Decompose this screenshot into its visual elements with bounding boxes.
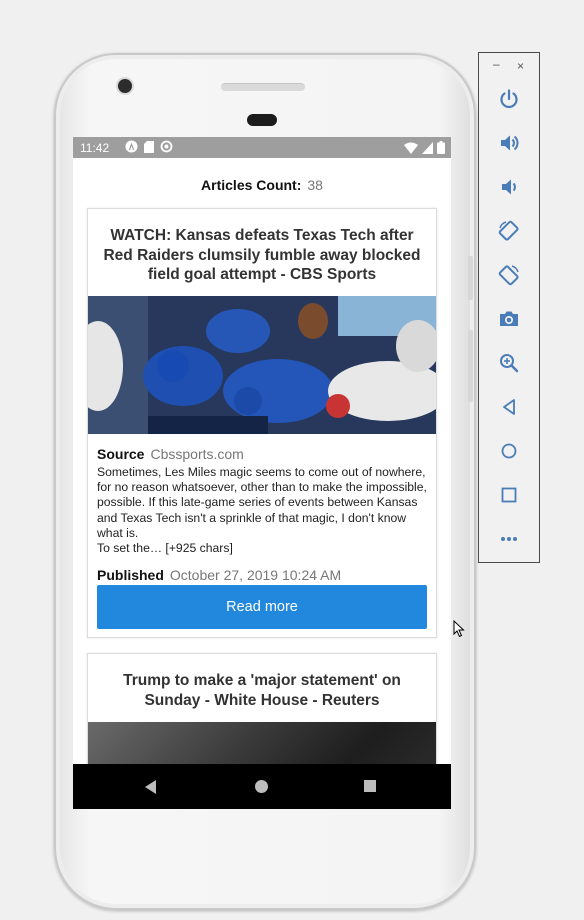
back-icon[interactable] <box>494 392 524 422</box>
overview-icon[interactable] <box>494 480 524 510</box>
article-title: Trump to make a 'major statement' on Sun… <box>123 672 401 709</box>
articles-count-label: Articles Count: <box>201 177 302 193</box>
read-more-button[interactable]: Read more <box>97 585 427 629</box>
close-icon[interactable]: × <box>517 59 524 73</box>
status-time: 11:42 <box>80 141 110 155</box>
nav-home-icon[interactable] <box>255 780 268 793</box>
articles-list[interactable]: Articles Count: 38 WATCH: Kansas defeats … <box>73 158 451 764</box>
article-card[interactable]: Trump to make a 'major statement' on Sun… <box>87 653 437 764</box>
a-icon <box>125 140 138 156</box>
zoom-icon[interactable] <box>494 348 524 378</box>
source-label: Source <box>97 446 145 462</box>
article-title: WATCH: Kansas defeats Texas Tech after R… <box>103 227 421 283</box>
data-saver-icon <box>160 140 173 156</box>
volume-hardware-button <box>468 256 473 300</box>
article-image <box>88 722 436 764</box>
articles-count: Articles Count: 38 <box>73 177 451 193</box>
mouse-cursor-icon <box>453 619 465 643</box>
article-published: Published October 27, 2019 10:24 AM <box>97 567 341 583</box>
earpiece-speaker <box>221 83 305 91</box>
signal-icon <box>422 141 433 157</box>
article-source: Source Cbssports.com <box>97 446 244 462</box>
emulator-toolbar: – × <box>478 52 540 563</box>
description-text: Sometimes, Les Miles magic seems to come… <box>97 465 427 540</box>
volume-down-icon[interactable] <box>494 172 524 202</box>
nav-back-icon[interactable] <box>145 780 156 794</box>
source-value: Cbssports.com <box>150 446 244 462</box>
battery-icon <box>437 141 445 157</box>
sd-card-icon <box>144 140 154 156</box>
front-camera <box>118 79 132 93</box>
article-card[interactable]: WATCH: Kansas defeats Texas Tech after R… <box>87 208 437 638</box>
volume-up-icon[interactable] <box>494 128 524 158</box>
article-description: Sometimes, Les Miles magic seems to come… <box>97 465 429 556</box>
proximity-sensor <box>247 114 277 126</box>
camera-icon[interactable] <box>494 304 524 334</box>
rotate-left-icon[interactable] <box>494 216 524 246</box>
minimize-icon[interactable]: – <box>493 57 500 71</box>
article-image <box>88 296 436 434</box>
navigation-bar <box>73 764 451 809</box>
description-more: To set the… [+925 chars] <box>97 541 233 556</box>
nav-recents-icon[interactable] <box>364 780 376 792</box>
articles-count-value: 38 <box>307 177 323 193</box>
home-icon[interactable] <box>494 436 524 466</box>
power-icon[interactable] <box>494 84 524 114</box>
power-hardware-button <box>468 330 473 402</box>
status-bar: 11:42 <box>73 137 451 158</box>
wifi-icon <box>404 142 418 157</box>
published-label: Published <box>97 567 164 583</box>
published-value: October 27, 2019 10:24 AM <box>169 567 342 583</box>
rotate-right-icon[interactable] <box>494 260 524 290</box>
phone-screen: 11:42 Articles Count: 38 WATCH: Kansas d… <box>73 137 451 809</box>
more-icon[interactable] <box>494 524 524 554</box>
